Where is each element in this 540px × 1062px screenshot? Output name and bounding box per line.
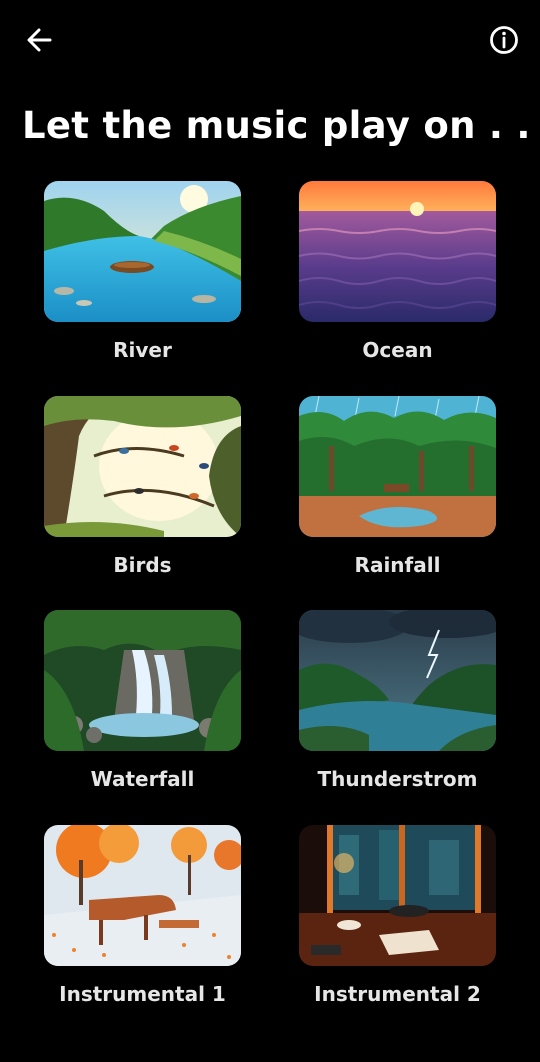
arrow-left-icon: [27, 28, 52, 52]
river-image: [44, 181, 241, 322]
sound-label: Waterfall: [90, 767, 195, 791]
rainfall-image: [299, 396, 496, 537]
info-button[interactable]: [486, 22, 522, 58]
sound-label: River: [113, 338, 172, 362]
sound-card-birds[interactable]: Birds: [44, 396, 241, 577]
sound-card-ocean[interactable]: Ocean: [299, 181, 496, 362]
sound-card-instrumental-1[interactable]: Instrumental 1: [44, 825, 241, 1006]
sound-card-thunderstrom[interactable]: Thunderstrom: [299, 610, 496, 791]
rainfall-thumbnail[interactable]: [299, 396, 496, 537]
thunderstrom-image: [299, 610, 496, 751]
top-bar: [0, 0, 540, 80]
sound-label: Birds: [113, 553, 172, 577]
sound-card-rainfall[interactable]: Rainfall: [299, 396, 496, 577]
waterfall-image: [44, 610, 241, 751]
sound-label: Ocean: [362, 338, 433, 362]
info-circle-icon: [490, 26, 518, 54]
sound-label: Instrumental 2: [314, 982, 481, 1006]
waterfall-thumbnail[interactable]: [44, 610, 241, 751]
instrumental-1-image: [44, 825, 241, 966]
instrumental-2-thumbnail[interactable]: [299, 825, 496, 966]
instrumental-2-image: [299, 825, 496, 966]
thunderstrom-thumbnail[interactable]: [299, 610, 496, 751]
instrumental-1-thumbnail[interactable]: [44, 825, 241, 966]
page-title: Let the music play on . . .: [22, 104, 540, 147]
sound-card-waterfall[interactable]: Waterfall: [44, 610, 241, 791]
sound-label: Thunderstrom: [317, 767, 478, 791]
birds-thumbnail[interactable]: [44, 396, 241, 537]
sound-card-river[interactable]: River: [44, 181, 241, 362]
ocean-image: [299, 181, 496, 322]
birds-image: [44, 396, 241, 537]
river-thumbnail[interactable]: [44, 181, 241, 322]
ocean-thumbnail[interactable]: [299, 181, 496, 322]
back-button[interactable]: [22, 22, 58, 58]
sound-card-instrumental-2[interactable]: Instrumental 2: [299, 825, 496, 1006]
sound-label: Rainfall: [354, 553, 441, 577]
sound-label: Instrumental 1: [59, 982, 226, 1006]
